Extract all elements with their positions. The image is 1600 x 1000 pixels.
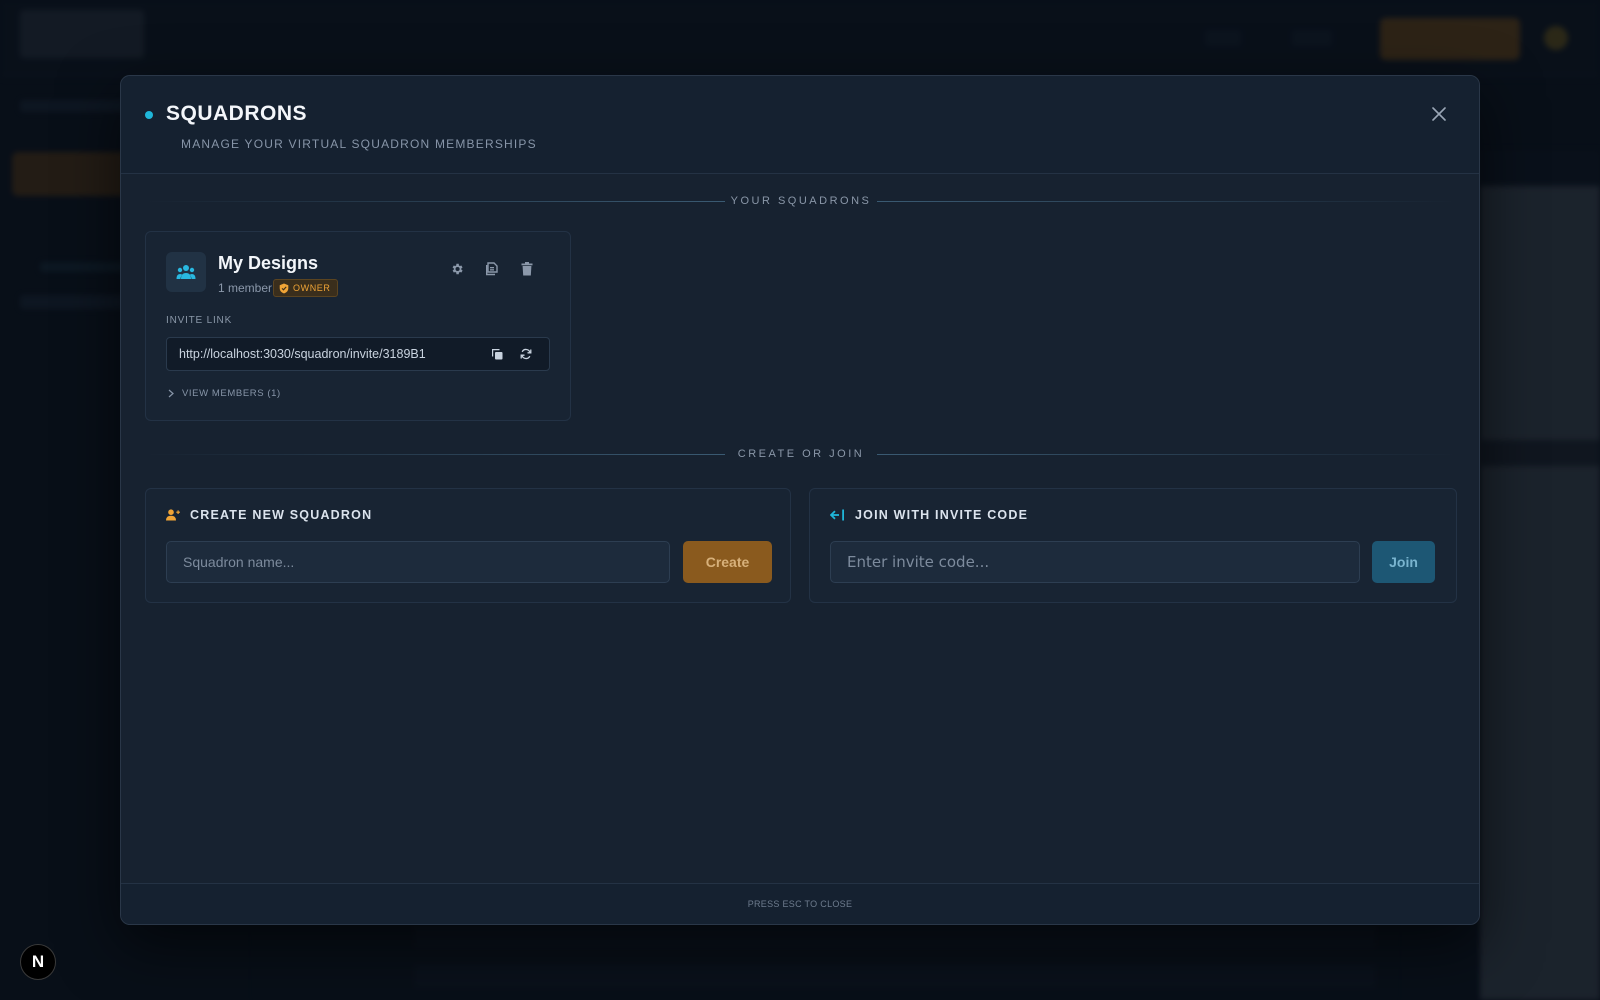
invite-link-label: INVITE LINK [166, 315, 233, 326]
duplicate-button[interactable] [483, 260, 501, 278]
regenerate-link-button[interactable] [518, 346, 534, 362]
modal-subtitle: MANAGE YOUR VIRTUAL SQUADRON MEMBERSHIPS [181, 137, 537, 151]
squadron-name: My Designs [218, 253, 319, 273]
squadron-avatar [166, 252, 206, 292]
add-user-icon [166, 509, 180, 521]
your-squadrons-divider: YOUR SQUADRONS [145, 192, 1457, 212]
login-arrow-icon [830, 509, 844, 521]
create-squadron-panel: CREATE NEW SQUADRON Create [145, 488, 791, 603]
join-squadron-panel: JOIN WITH INVITE CODE Join [809, 488, 1457, 603]
copy-link-button[interactable] [489, 346, 505, 362]
invite-code-input[interactable] [830, 541, 1360, 583]
modal-footer: PRESS ESC TO CLOSE [121, 883, 1479, 924]
settings-button[interactable] [448, 260, 466, 278]
create-or-join-divider: CREATE OR JOIN [145, 445, 1457, 465]
duplicate-icon [485, 262, 498, 276]
create-panel-title-text: CREATE NEW SQUADRON [190, 508, 373, 522]
title-status-dot [145, 111, 153, 119]
modal-title: SQUADRONS [166, 102, 308, 125]
squadron-card: My Designs 1 member OWNER INVITE LINK ht… [145, 231, 571, 421]
view-members-toggle[interactable]: VIEW MEMBERS (1) [168, 388, 281, 399]
trash-icon [521, 262, 533, 276]
join-button[interactable]: Join [1372, 541, 1435, 583]
owner-badge-label: OWNER [293, 283, 331, 293]
invite-url: http://localhost:3030/squadron/invite/31… [179, 347, 426, 361]
join-panel-title: JOIN WITH INVITE CODE [830, 508, 1028, 522]
squadrons-modal: SQUADRONS MANAGE YOUR VIRTUAL SQUADRON M… [120, 75, 1480, 925]
create-button[interactable]: Create [683, 541, 772, 583]
squadron-name-input[interactable] [166, 541, 670, 583]
join-panel-title-text: JOIN WITH INVITE CODE [855, 508, 1029, 522]
create-panel-title: CREATE NEW SQUADRON [166, 508, 372, 522]
chevron-right-icon [168, 389, 174, 398]
dev-tools-badge-letter: N [31, 952, 45, 971]
invite-link-field[interactable]: http://localhost:3030/squadron/invite/31… [166, 337, 550, 371]
copy-icon [491, 348, 502, 359]
refresh-icon [520, 348, 532, 360]
close-icon [1432, 107, 1446, 121]
settings-icon [452, 263, 463, 275]
modal-header: SQUADRONS MANAGE YOUR VIRTUAL SQUADRON M… [121, 76, 1479, 174]
shield-icon [279, 283, 289, 293]
footer-hint: PRESS ESC TO CLOSE [747, 899, 853, 909]
member-count: 1 member [218, 281, 273, 295]
close-button[interactable] [1427, 102, 1451, 126]
owner-badge: OWNER [273, 279, 338, 297]
delete-button[interactable] [518, 260, 536, 278]
group-icon [176, 265, 196, 279]
dev-tools-badge[interactable]: N [20, 944, 56, 980]
view-members-label: VIEW MEMBERS (1) [182, 388, 281, 399]
